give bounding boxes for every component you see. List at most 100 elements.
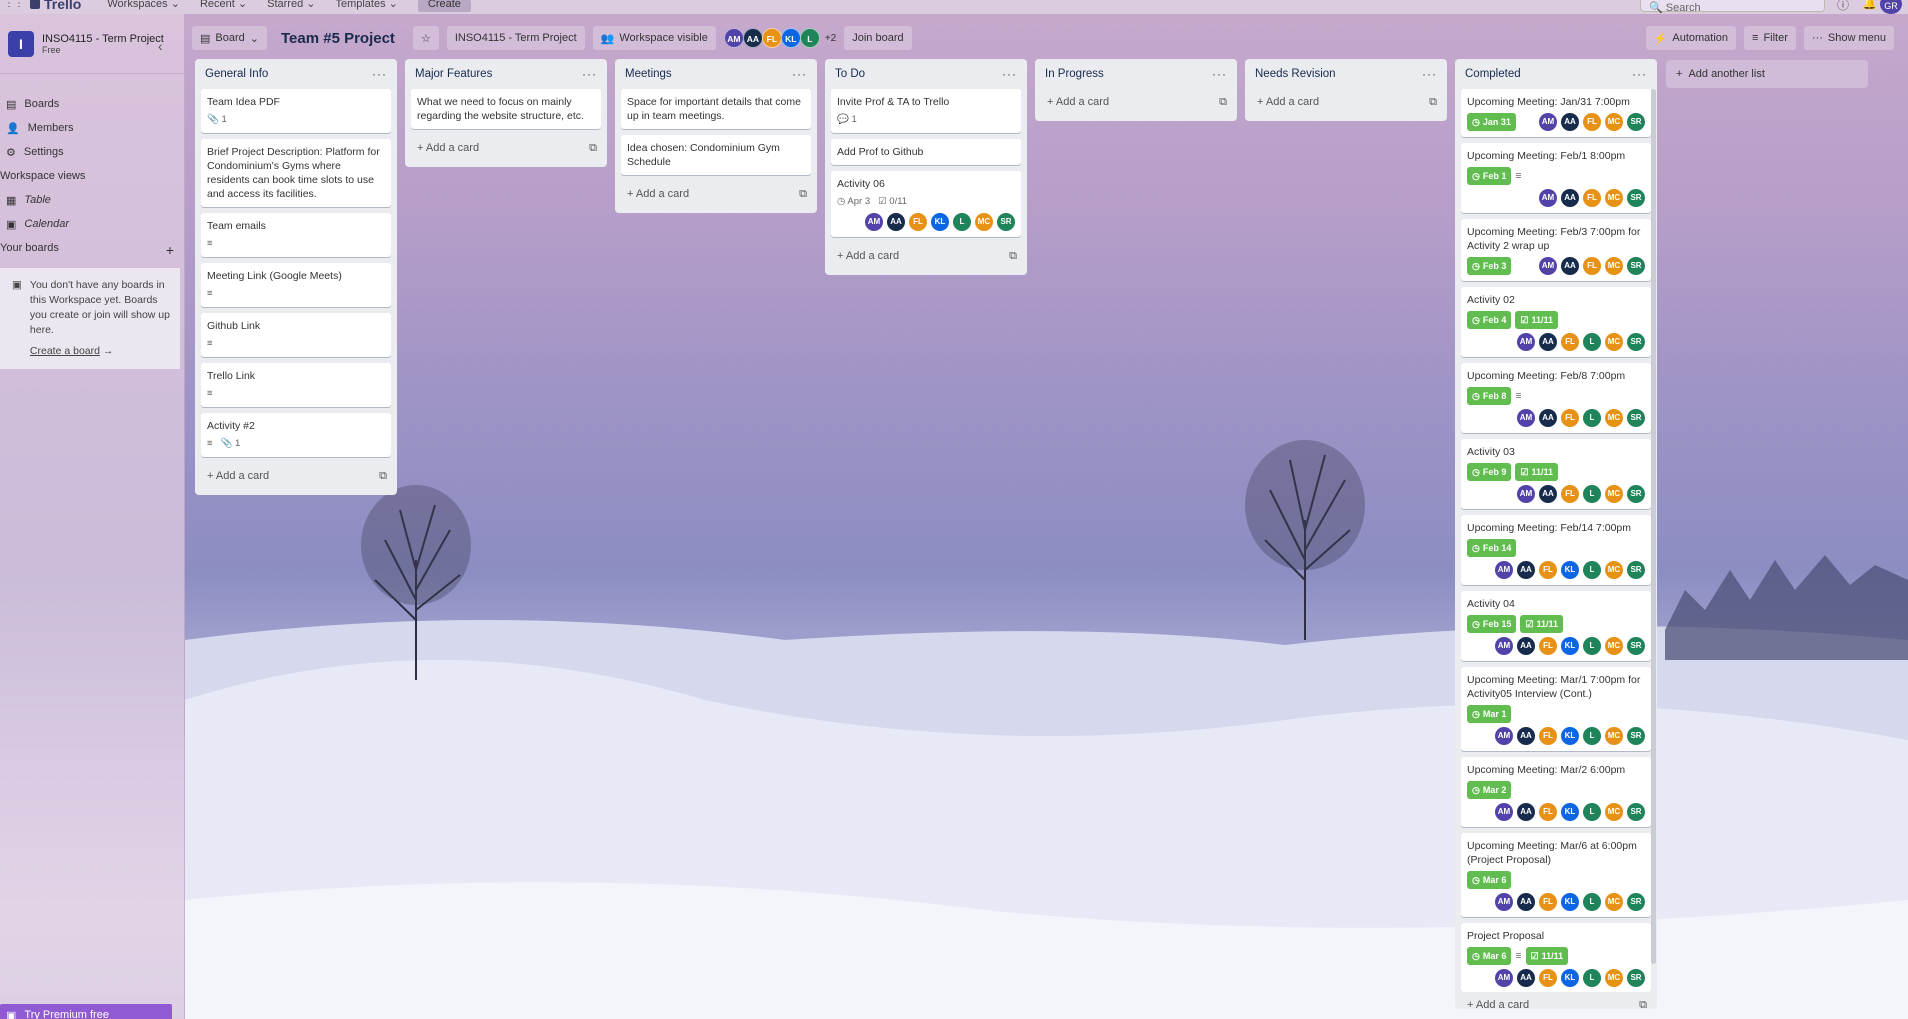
member-avatar[interactable]: MC [1605, 189, 1623, 207]
member-avatar[interactable]: KL [1561, 727, 1579, 745]
list-menu-icon[interactable]: ··· [582, 67, 597, 81]
list-title[interactable]: In Progress [1045, 68, 1104, 80]
list-menu-icon[interactable]: ··· [372, 67, 387, 81]
member-avatar[interactable]: SR [1627, 803, 1645, 821]
member-avatar[interactable]: AA [742, 28, 763, 48]
list-title[interactable]: Meetings [625, 68, 672, 80]
add-list-button[interactable]: + Add another list [1666, 60, 1868, 88]
card[interactable]: Activity #2 ≡ 📎 1 [201, 413, 391, 457]
member-avatar[interactable]: MC [1605, 333, 1623, 351]
member-avatar[interactable]: SR [1627, 561, 1645, 579]
notifications-bell-icon[interactable]: 🔔 [1862, 0, 1877, 10]
try-premium-button[interactable]: ▣ Try Premium free [0, 1004, 172, 1019]
card[interactable]: Activity 04 ◷ Feb 15 ☑ 11/11 AM AA FL KL L MC SR [1461, 591, 1651, 661]
visibility-button[interactable]: 👥 Workspace visible [592, 26, 716, 50]
add-card-button[interactable]: + Add a card ⧉ [1041, 89, 1231, 115]
member-avatar[interactable]: SR [1627, 113, 1645, 131]
menu-recent[interactable]: Recent ⌄ [200, 0, 247, 10]
member-avatar[interactable]: SR [1627, 409, 1645, 427]
card[interactable]: Project Proposal ◷ Mar 6 ≡ ☑ 11/11 AM AA FL KL L MC… [1461, 923, 1651, 992]
member-avatar[interactable]: AM [1495, 561, 1513, 579]
add-card-button[interactable]: + Add a card ⧉ [201, 463, 391, 489]
member-avatar[interactable]: AM [1495, 637, 1513, 655]
member-avatar[interactable]: AA [1539, 485, 1557, 503]
card[interactable]: Brief Project Description: Platform for … [201, 139, 391, 207]
list-menu-icon[interactable]: ··· [792, 67, 807, 81]
menu-workspaces[interactable]: Workspaces ⌄ [107, 0, 180, 10]
create-button[interactable]: Create [417, 0, 471, 12]
show-menu-button[interactable]: ··· Show menu [1803, 26, 1894, 50]
due-date-badge[interactable]: ◷ Jan 31 [1467, 113, 1516, 131]
member-avatar[interactable]: L [799, 28, 820, 48]
create-board-link[interactable]: Create a board [30, 345, 100, 357]
member-avatar[interactable]: SR [1627, 727, 1645, 745]
apps-icon[interactable]: ⋮⋮ [4, 0, 24, 9]
member-avatar[interactable]: FL [1583, 189, 1601, 207]
automation-button[interactable]: ⚡ Automation [1645, 26, 1737, 50]
template-icon[interactable]: ⧉ [1219, 96, 1227, 109]
template-icon[interactable]: ⧉ [1429, 96, 1437, 109]
member-avatar[interactable]: L [1583, 893, 1601, 911]
member-avatar[interactable]: SR [1627, 637, 1645, 655]
add-card-button[interactable]: + Add a card ⧉ [831, 243, 1021, 269]
card[interactable]: Upcoming Meeting: Mar/6 at 6:00pm (Proje… [1461, 833, 1651, 917]
member-avatar[interactable]: MC [1605, 409, 1623, 427]
due-date-badge[interactable]: ◷ Feb 14 [1467, 539, 1517, 557]
member-avatar[interactable]: L [1583, 333, 1601, 351]
card[interactable]: Activity 06 ◷ Apr 3 ☑ 0/11 AM AA FL KL L MC SR [831, 171, 1021, 237]
member-avatar[interactable]: L [1583, 727, 1601, 745]
member-avatar[interactable]: AM [1517, 485, 1535, 503]
member-avatar[interactable]: KL [1561, 561, 1579, 579]
member-avatar[interactable]: AA [1539, 409, 1557, 427]
list-title[interactable]: General Info [205, 68, 268, 80]
member-avatar[interactable]: AA [1517, 969, 1535, 987]
member-avatar[interactable]: FL [1561, 409, 1579, 427]
member-avatar[interactable]: FL [1539, 893, 1557, 911]
card[interactable]: Upcoming Meeting: Mar/1 7:00pm for Activ… [1461, 667, 1651, 751]
member-avatar[interactable]: AM [1495, 969, 1513, 987]
info-icon[interactable]: ⓘ [1837, 0, 1849, 13]
more-members-count[interactable]: +2 [825, 33, 836, 44]
member-avatar[interactable]: AA [1561, 189, 1579, 207]
member-avatar[interactable]: AA [1517, 803, 1535, 821]
join-board-button[interactable]: Join board [844, 26, 912, 50]
member-avatar[interactable]: KL [1561, 969, 1579, 987]
member-avatar[interactable]: MC [975, 213, 993, 231]
member-avatar[interactable]: L [1583, 485, 1601, 503]
member-avatar[interactable]: AM [1539, 189, 1557, 207]
member-avatar[interactable]: KL [931, 213, 949, 231]
member-avatar[interactable]: MC [1605, 893, 1623, 911]
list-title[interactable]: Needs Revision [1255, 68, 1336, 80]
card[interactable]: Add Prof to Github [831, 139, 1021, 165]
member-avatar[interactable]: KL [1561, 893, 1579, 911]
member-avatar[interactable]: MC [1605, 561, 1623, 579]
menu-templates[interactable]: Templates ⌄ [335, 0, 397, 10]
card[interactable]: Space for important details that come up… [621, 89, 811, 129]
member-avatar[interactable]: FL [1539, 803, 1557, 821]
due-date-badge[interactable]: ◷ Feb 1 [1467, 167, 1512, 185]
member-avatar[interactable]: MC [1605, 637, 1623, 655]
card[interactable]: What we need to focus on mainly regardin… [411, 89, 601, 129]
member-avatar[interactable]: SR [1627, 189, 1645, 207]
due-date-badge[interactable]: ◷ Mar 2 [1467, 781, 1512, 799]
card[interactable]: Upcoming Meeting: Mar/2 6:00pm ◷ Mar 2 AM AA… [1461, 757, 1651, 827]
template-icon[interactable]: ⧉ [1009, 250, 1017, 263]
card[interactable]: Meeting Link (Google Meets) ≡ [201, 263, 391, 307]
member-avatar[interactable]: SR [997, 213, 1015, 231]
sidebar-item-members[interactable]: 👤 Members [0, 116, 184, 140]
board-members[interactable]: AM AA FL KL L +2 [723, 28, 836, 48]
sidebar-item-settings[interactable]: ⚙ Settings [0, 140, 184, 164]
trello-logo[interactable]: Trello [30, 0, 81, 12]
card[interactable]: Activity 02 ◷ Feb 4 ☑ 11/11 AM AA FL L MC SR [1461, 287, 1651, 357]
workspace-name[interactable]: INSO4115 - Term Project [42, 33, 164, 45]
card[interactable]: Team Idea PDF 📎 1 [201, 89, 391, 133]
card[interactable]: Idea chosen: Condominium Gym Schedule [621, 135, 811, 175]
add-card-button[interactable]: + Add a card ⧉ [411, 135, 601, 161]
card[interactable]: Team emails ≡ [201, 213, 391, 257]
member-avatar[interactable]: AA [1561, 113, 1579, 131]
member-avatar[interactable]: FL [1561, 333, 1579, 351]
member-avatar[interactable]: FL [761, 28, 782, 48]
sidebar-item-table[interactable]: ▦ Table [0, 188, 184, 212]
due-date-badge[interactable]: ◷ Mar 1 [1467, 705, 1512, 723]
member-avatar[interactable]: MC [1605, 803, 1623, 821]
